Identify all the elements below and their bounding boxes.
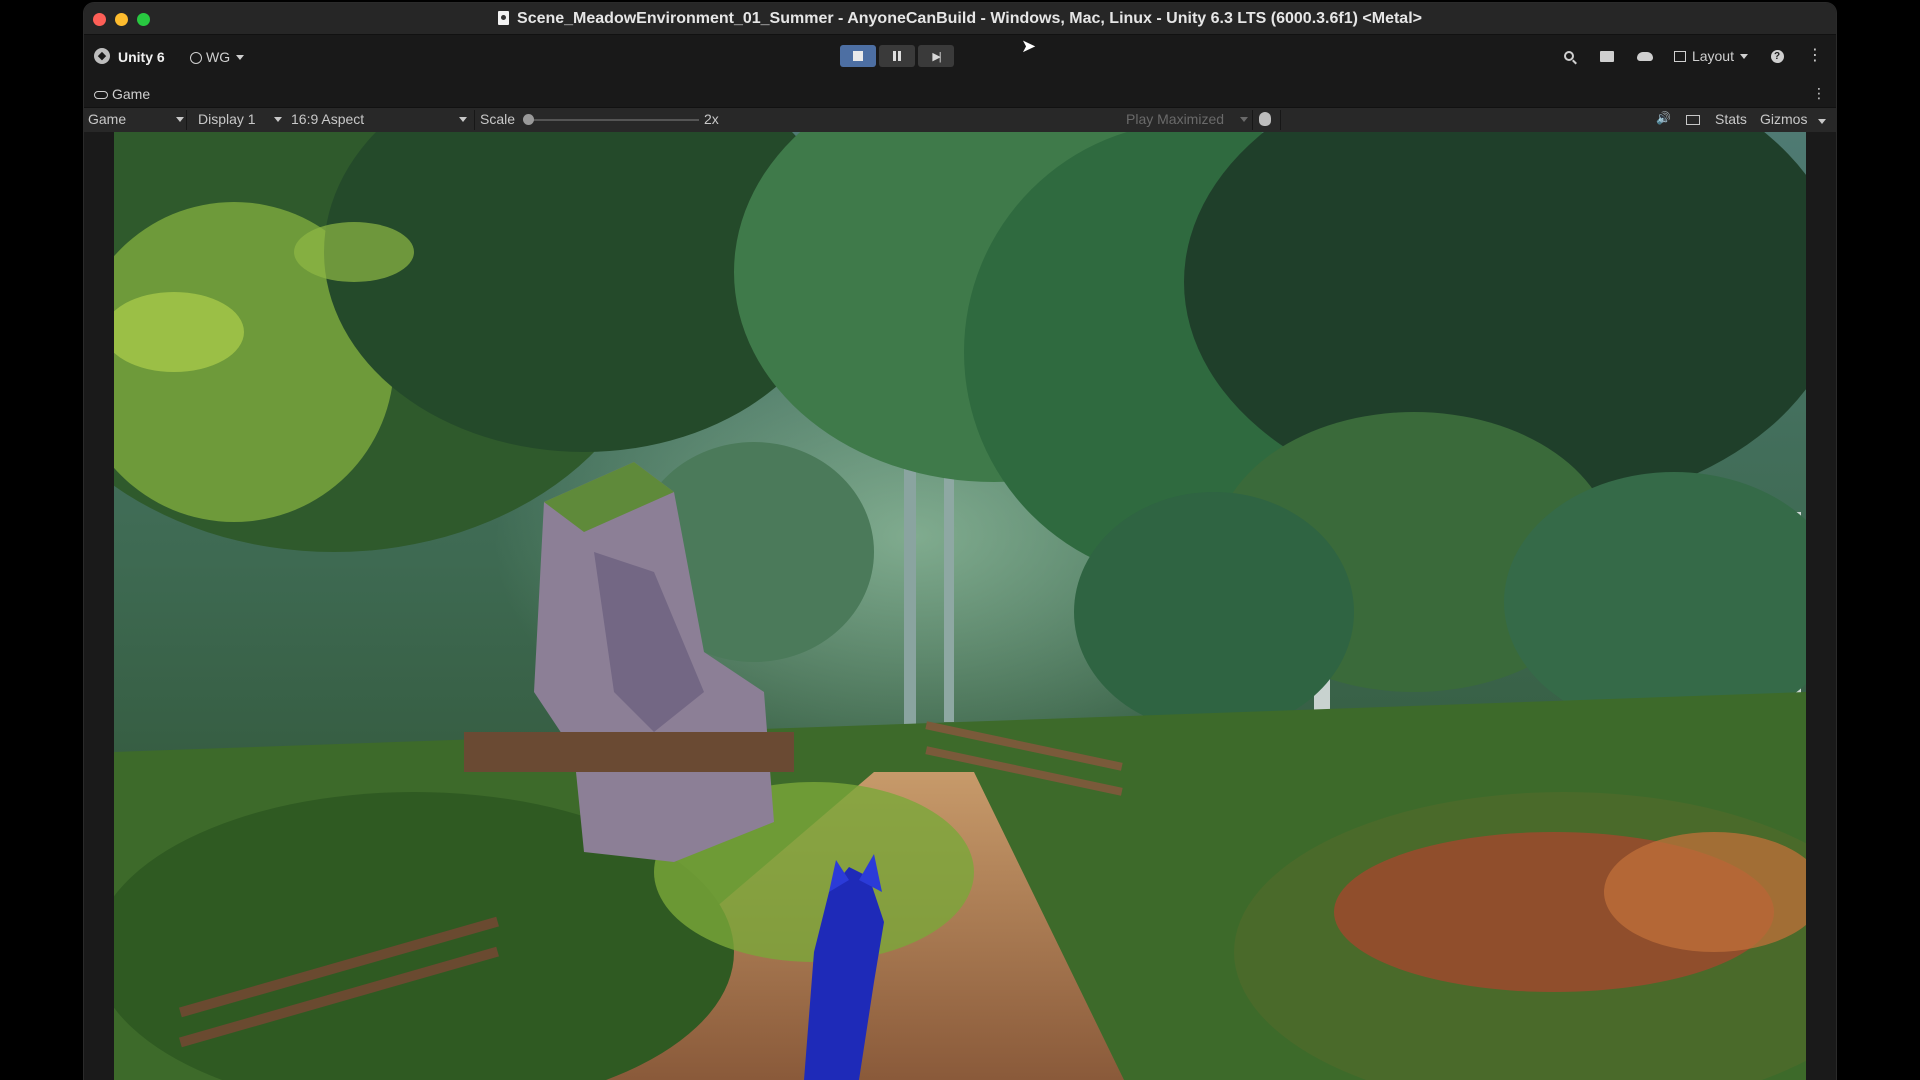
mouse-cursor-icon: ➤ (1021, 36, 1037, 56)
package-icon (1599, 50, 1614, 62)
unity-editor-window: Scene_MeadowEnvironment_01_Summer - Anyo… (84, 3, 1836, 1080)
scale-value: 2x (704, 111, 719, 127)
stop-button[interactable] (840, 45, 876, 67)
tab-game-label: Game (112, 86, 151, 102)
aspect-dropdown[interactable]: 16:9 Aspect (291, 111, 471, 127)
chevron-down-icon (459, 117, 467, 122)
pause-button[interactable] (879, 45, 915, 67)
search-icon (1563, 51, 1574, 61)
mute-audio-icon[interactable]: 🔊 (1656, 111, 1671, 125)
account-button[interactable]: WG (190, 49, 245, 65)
layout-dropdown[interactable]: Layout (1673, 48, 1748, 64)
unity-scene-document-icon (498, 11, 510, 25)
more-icon[interactable]: ⋮ (1806, 47, 1824, 65)
aspect-label: 16:9 Aspect (291, 111, 365, 127)
account-label: WG (206, 49, 231, 65)
scale-label: Scale (480, 111, 516, 127)
game-tab-bar: Game ⋮ (84, 79, 1836, 107)
gamepad-icon (94, 91, 108, 99)
cloud-icon (1636, 51, 1653, 61)
scale-slider-handle[interactable] (523, 114, 534, 125)
pause-icon (893, 51, 901, 61)
tab-more-icon[interactable]: ⋮ (1812, 85, 1826, 102)
scale-slider[interactable] (529, 119, 699, 121)
divider (1280, 110, 1281, 130)
account-icon (190, 52, 202, 64)
step-button[interactable]: ▶| (918, 45, 954, 67)
view-type-label: Game (88, 111, 127, 127)
display-dropdown[interactable]: Display 1 (198, 111, 288, 127)
package-manager-button[interactable] (1598, 47, 1616, 65)
title-bar: Scene_MeadowEnvironment_01_Summer - Anyo… (84, 3, 1836, 35)
game-viewport[interactable] (84, 132, 1836, 1080)
stats-button[interactable]: Stats (1715, 111, 1747, 127)
help-icon: ? (1770, 49, 1784, 63)
chevron-down-icon (274, 117, 282, 122)
tab-game[interactable]: Game (94, 86, 150, 102)
play-controls: ▶| (840, 45, 954, 67)
forest-scene-image (114, 132, 1806, 1080)
divider (186, 110, 187, 130)
cloud-button[interactable] (1636, 47, 1654, 65)
chevron-down-icon (176, 117, 184, 122)
divider (474, 110, 475, 130)
display-label: Display 1 (198, 111, 256, 127)
window-title: Scene_MeadowEnvironment_01_Summer - Anyo… (84, 10, 1836, 28)
search-button[interactable] (1560, 47, 1578, 65)
main-toolbar: ◆ Unity 6 WG ▶| Layout ? ⋮ (84, 35, 1836, 79)
toolbar-right-group: Layout ? ⋮ (1560, 47, 1824, 65)
chevron-down-icon (1240, 117, 1248, 122)
play-mode-label: Play Maximized (1126, 111, 1225, 127)
layout-icon (1673, 50, 1686, 62)
view-type-dropdown[interactable]: Game (88, 111, 188, 127)
chevron-down-icon (236, 55, 245, 60)
divider (1252, 110, 1253, 130)
step-icon: ▶| (932, 50, 941, 63)
grid-icon (1686, 115, 1700, 125)
grid-toggle[interactable] (1686, 111, 1700, 127)
chevron-down-icon (1740, 53, 1748, 59)
play-mode-dropdown[interactable]: Play Maximized (1126, 111, 1248, 127)
unity-version-label[interactable]: Unity 6 (118, 49, 165, 65)
window-title-text: Scene_MeadowEnvironment_01_Summer - Anyo… (517, 10, 1422, 27)
game-view-controls: Game Display 1 16:9 Aspect Scale 2x Play… (84, 107, 1836, 133)
gizmos-button[interactable]: Gizmos (1760, 111, 1807, 127)
layout-label: Layout (1691, 48, 1734, 64)
stop-icon (853, 51, 863, 61)
unity-logo-icon[interactable]: ◆ (94, 48, 110, 64)
game-scene-render[interactable] (114, 132, 1806, 1080)
help-button[interactable]: ? (1768, 47, 1786, 65)
debug-bug-icon[interactable] (1259, 112, 1271, 126)
gizmos-chevron-down-icon[interactable] (1818, 119, 1826, 124)
